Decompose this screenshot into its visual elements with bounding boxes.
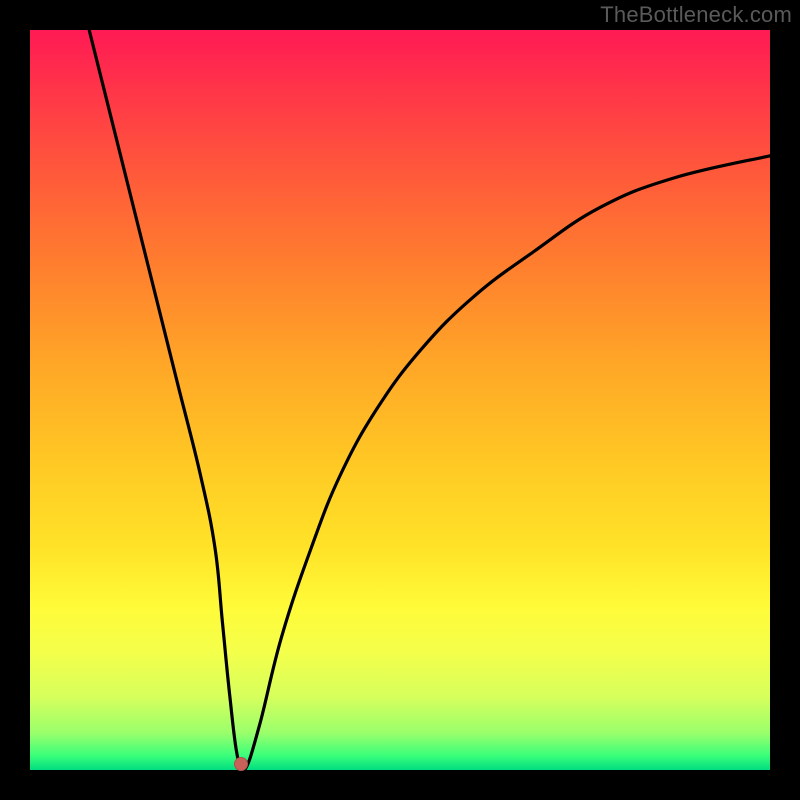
chart-frame: TheBottleneck.com <box>0 0 800 800</box>
curve-svg <box>30 30 770 770</box>
plot-area <box>30 30 770 770</box>
minimum-marker <box>234 757 248 771</box>
curve-path <box>89 30 770 772</box>
attribution-text: TheBottleneck.com <box>600 2 792 28</box>
